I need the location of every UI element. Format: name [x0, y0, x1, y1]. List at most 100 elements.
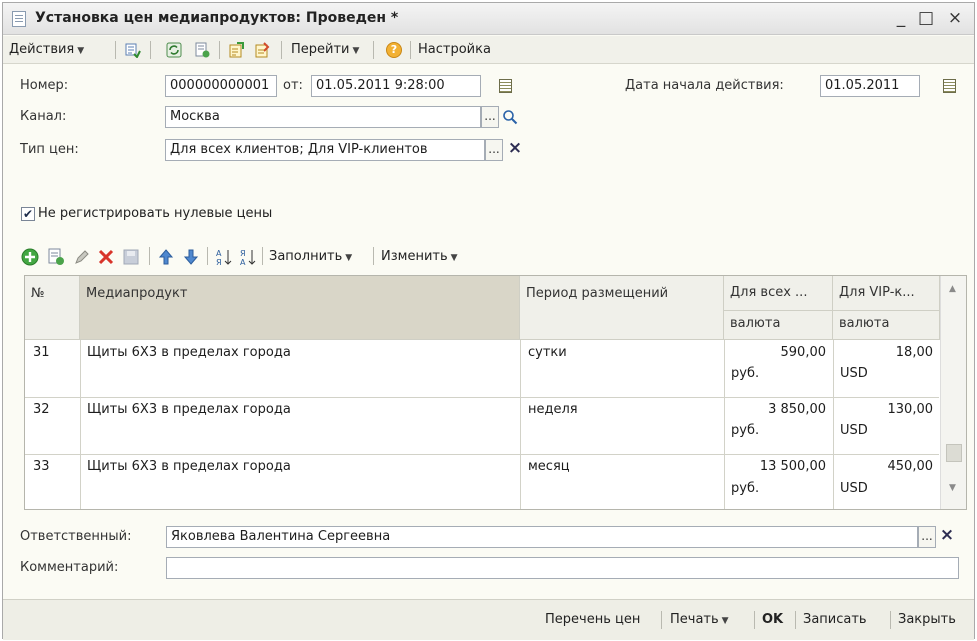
chevron-down-icon: ▼ — [77, 46, 85, 56]
change-menu[interactable]: Изменить ▼ — [381, 249, 458, 264]
ok-button[interactable]: OK — [762, 612, 783, 627]
document-window: Установка цен медиапродуктов: Проведен *… — [2, 2, 975, 640]
save-button[interactable]: Записать — [803, 612, 867, 627]
toolbar-separator — [149, 247, 150, 265]
clear-icon[interactable]: × — [938, 526, 956, 548]
print-menu[interactable]: Печать ▼ — [670, 612, 729, 627]
fill-menu[interactable]: Заполнить ▼ — [269, 249, 352, 264]
row-product: Щиты 6Х3 в пределах города — [87, 402, 291, 417]
row-product: Щиты 6Х3 в пределах города — [87, 345, 291, 360]
copy-row-icon[interactable] — [47, 248, 65, 266]
main-toolbar: Действия ▼ Перейти ▼ ? Настройка — [3, 36, 974, 64]
toolbar-separator — [115, 41, 116, 59]
settings-button[interactable]: Настройка — [418, 41, 491, 59]
start-date-label: Дата начала действия: — [625, 78, 784, 93]
number-label: Номер: — [20, 78, 69, 93]
refresh-icon[interactable] — [166, 42, 182, 58]
column-header-product[interactable]: Медиапродукт — [80, 276, 520, 340]
end-edit-icon[interactable] — [123, 249, 139, 265]
channel-select-button[interactable]: ... — [481, 106, 499, 128]
row-number: 31 — [33, 345, 50, 360]
toolbar-separator — [219, 41, 220, 59]
vertical-scrollbar[interactable]: ▲ ▼ — [940, 276, 966, 509]
date-field[interactable]: 01.05.2011 9:28:00 — [311, 75, 481, 97]
channel-label: Канал: — [20, 109, 67, 124]
toolbar-separator — [281, 41, 282, 59]
row-product: Щиты 6Х3 в пределах города — [87, 459, 291, 474]
row-vip-price: 18,00 — [895, 345, 933, 360]
sort-descending-icon[interactable]: Я A — [239, 248, 257, 266]
number-field[interactable]: 000000000001 — [165, 75, 277, 97]
price-type-label: Тип цен: — [20, 142, 79, 157]
row-divider — [25, 454, 939, 455]
no-zero-label: Не регистрировать нулевые цены — [38, 206, 273, 221]
column-header-all-clients[interactable]: Для всех ... — [724, 276, 833, 311]
price-list-button[interactable]: Перечень цен — [545, 612, 640, 627]
fill-label: Заполнить — [269, 249, 343, 264]
window-title: Установка цен медиапродуктов: Проведен * — [35, 10, 399, 26]
move-up-icon[interactable] — [158, 249, 174, 265]
move-down-icon[interactable] — [183, 249, 199, 265]
minimize-button[interactable]: _ — [892, 8, 910, 28]
column-header-vip-clients[interactable]: Для VIP-к... — [833, 276, 940, 311]
close-form-button[interactable]: Закрыть — [898, 612, 956, 627]
svg-text:A: A — [216, 249, 222, 258]
chevron-down-icon: ▼ — [721, 616, 729, 626]
toolbar-separator — [754, 611, 755, 629]
column-header-currency[interactable]: валюта — [724, 311, 833, 340]
column-divider — [833, 340, 834, 509]
row-vip-price: 130,00 — [887, 402, 934, 417]
change-label: Изменить — [381, 249, 448, 264]
scroll-down-icon[interactable]: ▼ — [949, 483, 956, 493]
goto-menu[interactable]: Перейти ▼ — [291, 41, 359, 59]
row-vip-currency: USD — [840, 481, 868, 496]
row-period: сутки — [528, 345, 567, 360]
start-date-field[interactable]: 01.05.2011 — [820, 75, 920, 97]
toolbar-separator — [661, 611, 662, 629]
column-header-number[interactable]: № — [25, 276, 80, 340]
help-icon[interactable]: ? — [386, 42, 402, 58]
column-header-period[interactable]: Период размещений — [520, 276, 724, 340]
row-all-currency: руб. — [731, 366, 760, 381]
search-icon[interactable] — [502, 109, 518, 125]
toolbar-separator — [373, 247, 374, 265]
toolbar-separator — [262, 247, 263, 265]
copy-document-icon[interactable] — [194, 42, 210, 58]
actions-menu[interactable]: Действия ▼ — [9, 41, 84, 59]
goto-label: Перейти — [291, 42, 350, 57]
price-type-field[interactable]: Для всех клиентов; Для VIP-клиентов — [165, 139, 485, 161]
row-period: неделя — [528, 402, 578, 417]
edit-pencil-icon[interactable] — [74, 249, 90, 265]
channel-field[interactable]: Москва — [165, 106, 481, 128]
print-label: Печать — [670, 612, 719, 627]
svg-text:Я: Я — [216, 258, 222, 266]
sort-ascending-icon[interactable]: A Я — [215, 248, 233, 266]
add-row-icon[interactable] — [21, 248, 39, 266]
scroll-up-icon[interactable]: ▲ — [949, 284, 956, 294]
row-all-currency: руб. — [731, 423, 760, 438]
responsible-select-button[interactable]: ... — [918, 526, 936, 548]
toolbar-separator — [207, 247, 208, 265]
comment-field[interactable] — [166, 557, 959, 579]
row-vip-currency: USD — [840, 366, 868, 381]
row-divider — [25, 397, 939, 398]
title-bar: Установка цен медиапродуктов: Проведен *… — [3, 3, 974, 35]
maximize-button[interactable]: □ — [917, 8, 935, 28]
column-header-currency[interactable]: валюта — [833, 311, 940, 340]
calendar-icon[interactable] — [499, 79, 512, 93]
clear-icon[interactable]: × — [506, 139, 524, 161]
row-number: 33 — [33, 459, 50, 474]
no-zero-checkbox[interactable]: ✔ — [21, 207, 35, 221]
calendar-icon[interactable] — [943, 79, 956, 93]
structure-icon[interactable] — [255, 42, 271, 58]
price-type-select-button[interactable]: ... — [485, 139, 503, 161]
actions-label: Действия — [9, 42, 75, 57]
responsible-field[interactable]: Яковлева Валентина Сергеевна — [166, 526, 918, 548]
scrollbar-thumb[interactable] — [946, 444, 962, 462]
row-all-price: 13 500,00 — [759, 459, 826, 474]
document-movement-icon[interactable] — [229, 42, 245, 58]
post-and-close-icon[interactable] — [125, 42, 141, 58]
delete-icon[interactable] — [98, 249, 114, 265]
chevron-down-icon: ▼ — [345, 253, 353, 263]
close-button[interactable]: × — [946, 8, 964, 28]
